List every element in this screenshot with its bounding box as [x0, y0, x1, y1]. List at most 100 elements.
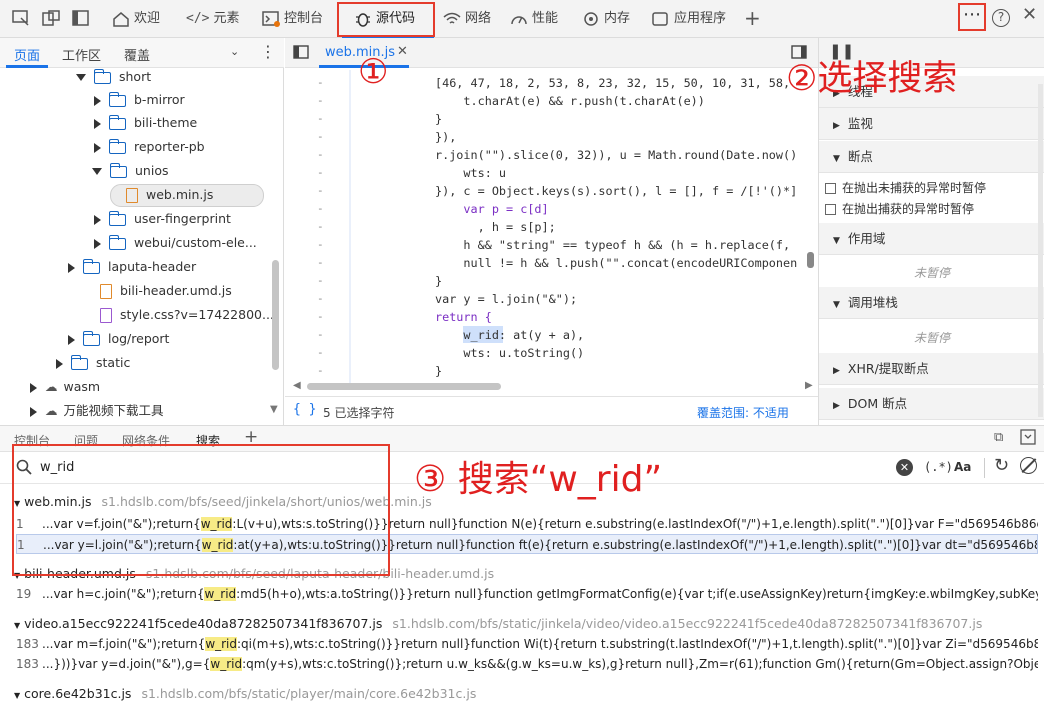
section-label: 作用域: [847, 231, 886, 246]
section-dom-breakpoints[interactable]: ▶ DOM 断点: [819, 388, 1044, 420]
match-highlight: w_rid: [204, 587, 237, 601]
editor-vertical-scrollbar[interactable]: [807, 252, 814, 268]
tab-elements[interactable]: </> 元素: [186, 8, 240, 30]
tab-memory-label: 内存: [604, 11, 631, 26]
section-label: XHR/提取断点: [847, 361, 929, 376]
scope-not-paused: 未暂停: [913, 266, 950, 280]
tree-item-wasm[interactable]: ☁ wasm: [30, 376, 100, 398]
dock-side-icon[interactable]: [72, 10, 90, 30]
add-tab-icon[interactable]: +: [744, 6, 761, 30]
code-line: }: [435, 112, 443, 126]
kebab-menu-icon[interactable]: ⋮: [260, 42, 276, 61]
device-toolbar-icon[interactable]: [42, 10, 60, 30]
cancel-search-icon[interactable]: [1020, 457, 1037, 474]
tree-label: web.min.js: [146, 187, 214, 202]
scroll-down-icon[interactable]: ▼: [270, 404, 278, 415]
scroll-right-icon[interactable]: ▶: [805, 380, 813, 391]
expand-arrow-icon: ▶: [833, 401, 840, 411]
tree-item-style-css[interactable]: style.css?v=17422800...: [100, 304, 274, 326]
pretty-print-icon[interactable]: { }: [293, 402, 316, 417]
tab-network[interactable]: 网络: [443, 8, 491, 30]
tree-item-log-report[interactable]: log/report: [68, 328, 169, 350]
expand-arrow-icon: [56, 358, 63, 369]
tree-item-webui-custom-ele[interactable]: webui/custom-ele...: [94, 232, 257, 254]
match-case-toggle[interactable]: Aa: [954, 460, 971, 474]
tree-item-download-tool[interactable]: ☁ 万能视频下载工具: [30, 400, 164, 422]
application-icon: [652, 11, 668, 26]
tab-page[interactable]: 页面: [14, 45, 40, 64]
memory-icon: [584, 11, 598, 26]
close-drawer-icon[interactable]: [1020, 429, 1036, 449]
tab-performance[interactable]: 性能: [510, 8, 558, 30]
code-line: wts: u: [435, 166, 507, 180]
tab-application-label: 应用程序: [674, 11, 727, 26]
refresh-icon[interactable]: ↻: [994, 455, 1009, 476]
expand-arrow-icon: [68, 334, 75, 345]
cloud-icon: ☁: [45, 379, 58, 394]
close-tab-icon[interactable]: ✕: [397, 44, 408, 59]
tree-item-web-min-js[interactable]: web.min.js: [126, 184, 213, 206]
tree-item-bili-header-umd-js[interactable]: bili-header.umd.js: [100, 280, 232, 302]
editor-horizontal-scrollbar[interactable]: [307, 383, 501, 390]
tree-item-short[interactable]: short: [76, 66, 151, 88]
result-line[interactable]: 183 ...var m=f.join("&");return{w_rid:qi(…: [16, 634, 1038, 654]
section-call-stack[interactable]: ▼ 调用堆栈: [819, 287, 1044, 319]
undock-drawer-icon[interactable]: ⧉: [994, 430, 1003, 445]
sidebar-scrollbar[interactable]: [1038, 84, 1043, 417]
tree-item-user-fingerprint[interactable]: user-fingerprint: [94, 208, 231, 230]
code-line: h && "string" == typeof h && (h = h.repl…: [435, 238, 791, 252]
expand-arrow-icon: [94, 238, 101, 249]
tree-item-unios[interactable]: unios: [92, 160, 168, 182]
clear-search-icon[interactable]: ✕: [896, 459, 913, 476]
regex-toggle[interactable]: (.*): [924, 460, 953, 474]
tree-item-b-mirror[interactable]: b-mirror: [94, 89, 185, 111]
code-line: , h = s[p];: [435, 220, 556, 234]
match-suffix: :md5(h+o),wts:a.toString()}}return null}…: [236, 587, 1038, 601]
tree-item-reporter-pb[interactable]: reporter-pb: [94, 136, 205, 158]
section-xhr-breakpoints[interactable]: ▶ XHR/提取断点: [819, 353, 1044, 385]
coverage-status[interactable]: 覆盖范围: 不适用: [697, 404, 789, 421]
scroll-left-icon[interactable]: ◀: [293, 380, 301, 391]
checkbox-icon[interactable]: [825, 204, 836, 215]
folder-icon: [108, 234, 126, 250]
collapse-arrow-icon: ▼: [14, 621, 21, 630]
result-url: s1.hdslb.com/bfs/static/player/main/core…: [141, 686, 477, 701]
toggle-navigator-icon[interactable]: [293, 45, 309, 63]
tab-workspace[interactable]: 工作区: [62, 45, 101, 64]
result-line[interactable]: 183 ...}))}var y=d.join("&"),g={w_rid:qm(…: [16, 654, 1038, 674]
pause-caught-checkbox[interactable]: 在抛出捕获的异常时暂停: [825, 200, 974, 217]
tab-memory[interactable]: 内存: [582, 8, 630, 30]
tab-welcome[interactable]: 欢迎: [112, 8, 160, 30]
tree-label: style.css?v=17422800...: [120, 307, 274, 322]
chevron-down-icon[interactable]: ⌄: [230, 45, 239, 58]
tree-item-bili-theme[interactable]: bili-theme: [94, 112, 197, 134]
help-icon[interactable]: ?: [992, 9, 1010, 27]
collapse-arrow-icon: ▼: [833, 236, 840, 246]
section-breakpoints[interactable]: ▼ 断点: [819, 141, 1044, 173]
tree-label: wasm: [63, 379, 101, 394]
code-line: return {: [435, 310, 492, 324]
result-file[interactable]: ▼ core.6e42b31c.js s1.hdslb.com/bfs/static…: [14, 686, 476, 701]
section-watch[interactable]: ▶ 监视: [819, 108, 1044, 140]
tab-overrides[interactable]: 覆盖: [124, 45, 150, 64]
tree-scrollbar[interactable]: [272, 260, 279, 370]
tab-application[interactable]: 应用程序: [652, 8, 726, 30]
section-scope[interactable]: ▼ 作用域: [819, 223, 1044, 255]
expand-arrow-icon: [94, 95, 101, 106]
tree-item-laputa-header[interactable]: laputa-header: [68, 256, 196, 278]
section-label: DOM 断点: [847, 396, 908, 411]
match-suffix: :qi(m+s),wts:c.toString()}}return null}f…: [237, 637, 1038, 651]
tree-label: bili-theme: [134, 115, 198, 130]
pause-uncaught-checkbox[interactable]: 在抛出未捕获的异常时暂停: [825, 179, 986, 196]
checkbox-icon[interactable]: [825, 183, 836, 194]
tab-welcome-label: 欢迎: [134, 11, 161, 26]
tree-label: static: [96, 355, 131, 370]
tab-console[interactable]: 控制台: [262, 8, 323, 30]
result-line[interactable]: 19 ...var h=c.join("&");return{w_rid:md5(…: [16, 584, 1038, 604]
tree-item-static[interactable]: static: [56, 352, 130, 374]
navigator-tabs: 页面 工作区 覆盖 ⌄ ⋮: [0, 38, 284, 68]
expand-arrow-icon: [68, 262, 75, 273]
close-icon[interactable]: ✕: [1022, 4, 1037, 25]
inspect-icon[interactable]: [12, 10, 30, 30]
result-file[interactable]: ▼ video.a15ecc922241f5cede40da87282507341…: [14, 616, 982, 631]
